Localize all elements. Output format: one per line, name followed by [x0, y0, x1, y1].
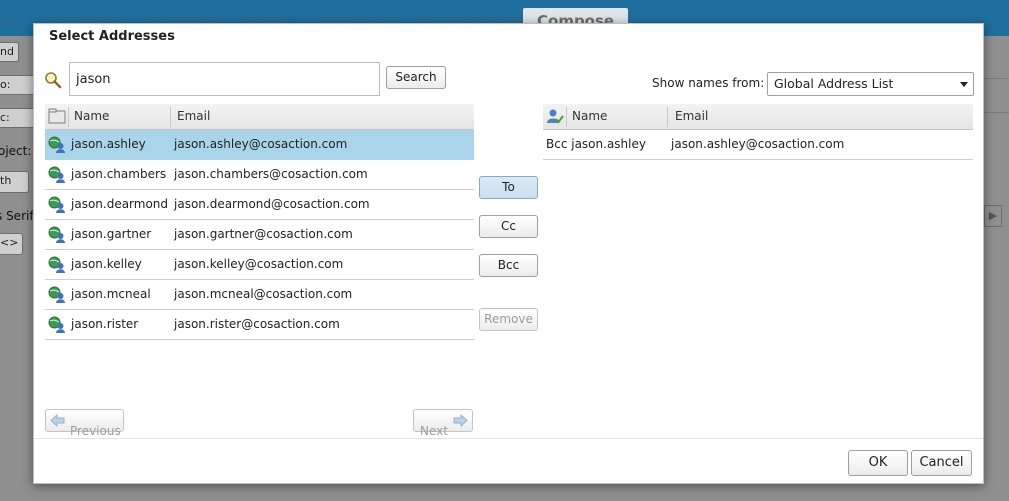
recipients-header: Name Email — [543, 104, 973, 130]
address-source-select[interactable]: Global Address List — [767, 72, 974, 96]
contact-globe-icon — [48, 316, 65, 333]
result-row[interactable]: jason.dearmond jason.dearmond@cosaction.c… — [45, 190, 474, 220]
contact-email: jason.rister@cosaction.com — [174, 317, 340, 331]
bg-font-label: s Serif — [0, 209, 34, 223]
column-separator — [68, 107, 69, 127]
search-input[interactable] — [69, 62, 380, 96]
column-separator — [566, 107, 567, 127]
chevron-down-icon — [960, 82, 968, 87]
result-row[interactable]: jason.kelley jason.kelley@cosaction.com — [45, 250, 474, 280]
results-header: Name Email — [45, 104, 474, 130]
footer-divider — [34, 438, 983, 439]
folder-icon — [48, 108, 66, 124]
bg-format-dropdown: th — [0, 171, 29, 193]
result-row[interactable]: jason.gartner jason.gartner@cosaction.com — [45, 220, 474, 250]
recipient-rows: Bcc jason.ashley jason.ashley@cosaction.c… — [543, 130, 973, 160]
contact-globe-icon — [48, 136, 65, 153]
bg-subject-label: oject: — [0, 144, 32, 158]
result-row[interactable]: jason.mcneal jason.mcneal@cosaction.com — [45, 280, 474, 310]
contact-name: jason.mcneal — [71, 287, 151, 301]
add-to-button[interactable]: To — [479, 176, 538, 199]
column-header-email[interactable]: Email — [675, 109, 708, 123]
contact-globe-icon — [48, 256, 65, 273]
result-row[interactable]: jason.rister jason.rister@cosaction.com — [45, 310, 474, 340]
contact-email: jason.kelley@cosaction.com — [174, 257, 344, 271]
bg-divider — [984, 112, 1009, 113]
contact-name: jason.rister — [71, 317, 139, 331]
contact-name: jason.dearmond — [71, 197, 169, 211]
add-cc-button[interactable]: Cc — [479, 215, 538, 238]
bg-cc-field: c: — [0, 108, 37, 128]
select-addresses-dialog: Select Addresses Search Show names from:… — [33, 23, 984, 484]
remove-button[interactable]: Remove — [479, 308, 538, 331]
left-arrow-icon — [50, 414, 65, 427]
contact-globe-icon — [48, 286, 65, 303]
column-header-name[interactable]: Name — [572, 109, 607, 123]
contact-email: jason.gartner@cosaction.com — [174, 227, 353, 241]
user-check-icon — [547, 109, 564, 124]
contact-name: jason.chambers — [71, 167, 167, 181]
recipient-row[interactable]: Bcc jason.ashley jason.ashley@cosaction.c… — [543, 130, 973, 160]
tab-mail: ail — [0, 12, 19, 30]
right-arrow-icon — [453, 414, 468, 427]
recipient-type-name: Bcc jason.ashley — [546, 137, 646, 151]
selected-recipients-list: Name Email Bcc jason.ashley jason.ashley@… — [543, 104, 973, 160]
recipient-email: jason.ashley@cosaction.com — [671, 137, 845, 151]
contact-name: jason.kelley — [71, 257, 142, 271]
result-row[interactable]: jason.ashley jason.ashley@cosaction.com — [45, 130, 474, 160]
results-rows: jason.ashley jason.ashley@cosaction.com ja… — [45, 130, 474, 340]
contact-email: jason.dearmond@cosaction.com — [174, 197, 370, 211]
contact-email: jason.ashley@cosaction.com — [174, 137, 348, 151]
column-header-name[interactable]: Name — [74, 109, 109, 123]
bg-arrow-icon: ▶ — [984, 205, 1002, 227]
contact-globe-icon — [48, 226, 65, 243]
result-row[interactable]: jason.chambers jason.chambers@cosaction.c… — [45, 160, 474, 190]
bg-divider — [984, 78, 1009, 79]
add-bcc-button[interactable]: Bcc — [479, 254, 538, 277]
contact-globe-icon — [48, 166, 65, 183]
column-separator — [667, 107, 668, 127]
address-source-value: Global Address List — [774, 76, 894, 91]
magnifier-icon — [45, 72, 62, 89]
contact-email: jason.chambers@cosaction.com — [174, 167, 368, 181]
column-separator — [170, 107, 171, 127]
column-header-email[interactable]: Email — [177, 109, 210, 123]
search-button[interactable]: Search — [386, 66, 446, 89]
bg-send-button: nd — [0, 42, 19, 62]
next-page-button[interactable]: Next — [413, 409, 473, 438]
bg-code-button: <> — [0, 233, 23, 255]
ok-button[interactable]: OK — [848, 450, 908, 476]
dialog-title: Select Addresses — [49, 29, 175, 44]
cancel-button[interactable]: Cancel — [911, 450, 972, 476]
contact-name: jason.gartner — [71, 227, 152, 241]
show-names-label: Show names from: — [652, 76, 765, 90]
contact-name: jason.ashley — [71, 137, 146, 151]
contact-email: jason.mcneal@cosaction.com — [174, 287, 353, 301]
previous-page-button[interactable]: Previous — [45, 409, 124, 438]
bg-to-field: o: — [0, 75, 37, 95]
search-results-list: Name Email jason.ashley jason.ashley@cosa… — [45, 104, 474, 340]
contact-globe-icon — [48, 196, 65, 213]
